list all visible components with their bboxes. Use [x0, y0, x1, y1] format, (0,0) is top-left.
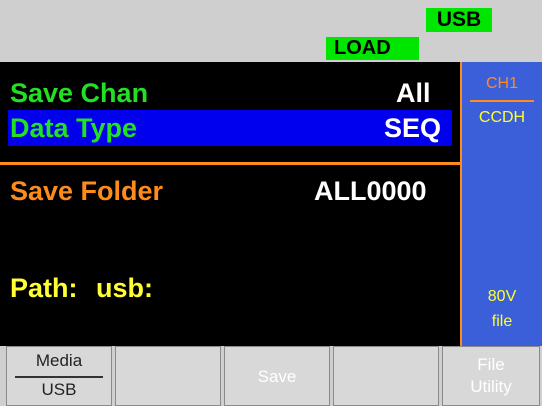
- softkey-2[interactable]: [115, 346, 221, 406]
- save-softkey-label: Save: [257, 367, 297, 386]
- softkey-4[interactable]: [333, 346, 439, 406]
- data-type-row[interactable]: Data Type SEQ: [8, 110, 452, 146]
- main-panel: Save Chan All Data Type SEQ Save Folder …: [0, 62, 460, 346]
- media-softkey-value: USB: [41, 380, 77, 399]
- file-utility-label-line2: Utility: [470, 377, 512, 396]
- load-badge: LOAD: [326, 37, 419, 60]
- side-divider: [470, 100, 534, 102]
- save-folder-value[interactable]: ALL0000: [314, 175, 427, 207]
- save-softkey[interactable]: Save: [224, 346, 330, 406]
- file-utility-label-line1: File: [477, 355, 505, 374]
- softkey-bar: Media USB Save File Utility: [0, 346, 542, 406]
- save-chan-label: Save Chan: [10, 78, 149, 108]
- media-softkey[interactable]: Media USB: [6, 346, 112, 406]
- data-type-label: Data Type: [10, 113, 138, 143]
- file-utility-softkey[interactable]: File Utility: [442, 346, 540, 406]
- file-indicator: file: [491, 313, 513, 330]
- channel-indicator: CH1: [485, 75, 518, 92]
- path-label: Path:: [10, 273, 78, 303]
- status-bar: USB LOAD: [0, 0, 542, 62]
- side-panel: CH1 CCDH 80V file: [460, 62, 542, 346]
- usb-badge: USB: [426, 8, 492, 32]
- media-softkey-divider: [15, 376, 103, 378]
- section-divider: [0, 162, 460, 165]
- save-chan-value[interactable]: All: [396, 77, 431, 109]
- path-value: usb:: [96, 273, 153, 303]
- media-softkey-label: Media: [35, 351, 83, 370]
- voltage-indicator: 80V: [487, 288, 517, 305]
- save-folder-label: Save Folder: [10, 176, 164, 206]
- mode-indicator: CCDH: [478, 109, 526, 126]
- data-type-value[interactable]: SEQ: [384, 112, 441, 144]
